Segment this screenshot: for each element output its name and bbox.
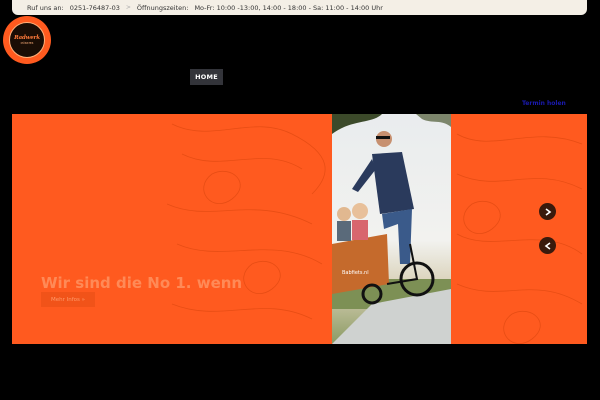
phone-link[interactable]: 0251-76487-03 (70, 4, 120, 12)
cargo-bike-illustration: Babfiets.nl (332, 114, 451, 344)
nav-item-home[interactable]: HOME (190, 69, 223, 85)
opening-hours: Mo-Fr: 10:00 -13:00, 14:00 - 18:00 - Sa:… (194, 3, 383, 12)
logo-name: Radwerk (14, 35, 40, 41)
hours-label: Öffnungszeiten: (136, 3, 189, 12)
chevron-left-icon (544, 241, 550, 250)
slider-next-button[interactable] (539, 203, 556, 220)
hero-overlay (12, 114, 167, 344)
appointment-link[interactable]: Termin holen (522, 100, 566, 107)
call-label: Ruf uns an: (27, 3, 64, 12)
chevron-right-icon (545, 207, 551, 216)
cargo-sign: Babfiets.nl (342, 270, 369, 276)
site-logo[interactable]: Radwerk MÜNSTER (4, 17, 50, 63)
logo-badge: Radwerk MÜNSTER (9, 22, 45, 58)
slider-prev-button[interactable] (539, 237, 556, 254)
hero-slider: Babfiets.nl Wir sind die No 1. wenn Mehr… (12, 114, 587, 344)
hero-photo: Babfiets.nl (332, 114, 451, 344)
logo-tagline: MÜNSTER (20, 42, 34, 45)
more-info-button[interactable]: Mehr Infos » (41, 292, 95, 307)
top-info-bar: Ruf uns an: 0251-76487-03 > Öffnungszeit… (12, 0, 587, 15)
hero-title: Wir sind die No 1. wenn (41, 274, 243, 292)
separator-icon: > (125, 4, 131, 11)
